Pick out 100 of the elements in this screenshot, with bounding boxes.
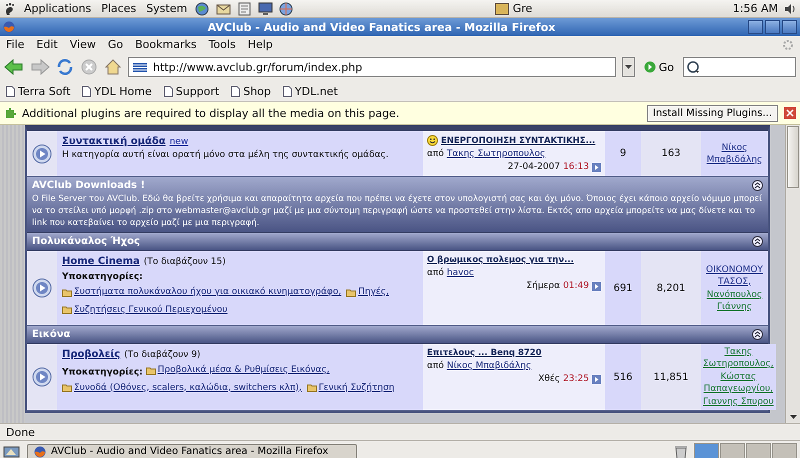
panel-menu[interactable]: System <box>144 2 190 15</box>
menu-item[interactable]: View <box>70 38 96 51</box>
desktop-icon[interactable] <box>3 444 21 458</box>
moderator-link[interactable]: Νανόπουλος Γιάννης <box>703 288 766 312</box>
play-icon <box>644 61 656 73</box>
post-link[interactable]: ΕΝΕΡΓΟΠΟΙΗΣΗ ΣΥΝΤΑΚΤΙΚΗΣ... <box>441 136 596 146</box>
install-plugins-button[interactable]: Install Missing Plugins... <box>646 104 778 122</box>
close-icon[interactable] <box>784 107 796 119</box>
by-label: από <box>427 268 444 278</box>
subforum-link[interactable]: Προβολικά μέσα & Ρυθμίσεις Εικόνας, <box>158 363 330 378</box>
moderator-link[interactable]: Γιαννης Σπυρου <box>703 396 774 408</box>
arrow-icon[interactable] <box>592 162 601 172</box>
speaker-icon[interactable] <box>784 2 796 14</box>
subforum-link[interactable]: Συζητήσεις Γενικού Περιεχομένου <box>74 302 228 318</box>
dropdown-button[interactable] <box>622 57 635 77</box>
category-title[interactable]: Εικόνα <box>32 329 70 340</box>
subforum-link[interactable]: Πηγές, <box>358 285 389 300</box>
category-description: Ο File Server του AVClub. Εδώ θα βρείτε χρήσιμα και απαραίτητα αρχεία που πρέπει να έχετε στον υπολογιστή σας και όχι μόνο. Όποιος έχει κάποιο αρχείο νόμιμο μπορεί να το στείλει υπό μορφή .zip στο webmaster@avclub.gr μαζί με μια σύντομη περιγραφή ώστε να προστεθεί στην λίστα. Εκτός απο αρχεία μπορείτε να μας δίνετε και το link που κατεβαίνει το αρχείο μαζί με μια περιγραφή. <box>32 193 763 229</box>
author-link[interactable]: Τακης Σωτηροπουλος <box>446 149 546 159</box>
forum-link[interactable]: Προβολείς <box>62 349 120 360</box>
minimize-button[interactable] <box>748 20 763 34</box>
bookmark[interactable]: Shop <box>231 84 271 98</box>
readers-count: (Το διαβάζουν 9) <box>124 350 200 360</box>
firefox-icon <box>3 21 15 33</box>
subforum-link[interactable]: Γενική Συζήτηση <box>318 380 395 396</box>
post-date: 27-04-2007 <box>508 162 560 172</box>
foot-icon[interactable] <box>4 2 16 16</box>
panel-menu[interactable]: Applications <box>22 2 94 15</box>
down-arrow-icon[interactable] <box>790 414 796 418</box>
post-time: 23:25 <box>563 374 589 384</box>
globe-icon[interactable] <box>195 2 210 16</box>
search-icon <box>687 60 701 74</box>
home-icon[interactable] <box>104 58 122 76</box>
menu-item[interactable]: Help <box>248 38 273 51</box>
maximize-button[interactable] <box>765 20 780 34</box>
scrollbar[interactable] <box>785 125 800 423</box>
collapse-icon[interactable] <box>752 329 763 340</box>
moderator-link[interactable]: Κώστας Παπαγεωργίου, <box>703 371 774 395</box>
back-arrow-icon[interactable] <box>4 58 24 76</box>
panel-menu[interactable]: Places <box>99 2 138 15</box>
moderator-link[interactable]: Τακης Σωτηροπουλος, <box>703 346 774 370</box>
search-field[interactable] <box>683 57 796 77</box>
arrow-icon[interactable] <box>592 374 601 384</box>
subforum-link[interactable]: Συστήματα πολυκάναλου ήχου για οικιακό κινηματογράφο, <box>74 285 342 300</box>
bookmark[interactable]: YDL Home <box>82 84 152 98</box>
posts-count: 8,201 <box>656 282 686 294</box>
document-icon[interactable] <box>237 2 252 16</box>
subforums-label: Υποκατηγορίες: <box>62 272 143 282</box>
topics-count: 516 <box>613 372 633 382</box>
mail-icon[interactable] <box>216 2 232 16</box>
collapse-icon[interactable] <box>752 236 763 247</box>
play-icon <box>32 278 52 298</box>
moderator-link[interactable]: ΟΙΚΟΝΟΜΟΥ ΤΑΣΟΣ, <box>703 264 766 288</box>
monitor-icon[interactable] <box>258 2 274 16</box>
forum-link[interactable]: Home Cinema <box>62 256 140 267</box>
page-icon <box>6 86 15 96</box>
taskbar-button[interactable]: AVClub - Audio and Video Fanatics area - Mozilla Firefox <box>27 444 357 458</box>
clock[interactable]: 1:56 AM <box>732 2 778 15</box>
window-button[interactable]: Gre <box>488 2 538 15</box>
subforum-link[interactable]: Συνοδά (Οθόνες, scalers, καλώδια, switchers κλπ), <box>74 380 302 396</box>
caret-icon <box>624 65 632 69</box>
menu-item[interactable]: Bookmarks <box>135 38 197 51</box>
menu-item[interactable]: Go <box>108 38 124 51</box>
collapse-icon[interactable] <box>752 180 763 191</box>
subforums-label: Υποκατηγορίες: <box>62 368 143 378</box>
author-link[interactable]: Νίκος Μπαβιδάλης <box>446 361 532 371</box>
category-title[interactable]: Πολυκάναλος Ήχος <box>32 236 140 247</box>
scrollbar-thumb[interactable] <box>787 126 799 188</box>
arrow-icon[interactable] <box>592 282 601 290</box>
folder-icon <box>62 384 72 392</box>
new-link[interactable]: new <box>170 137 188 147</box>
menu-item[interactable]: File <box>6 38 24 51</box>
bookmark[interactable]: Support <box>164 84 220 98</box>
globe-icon[interactable] <box>279 2 294 16</box>
readers-count: (Το διαβάζουν 15) <box>144 257 226 267</box>
go-button[interactable]: Go <box>640 60 677 74</box>
topics-count: 9 <box>620 148 626 159</box>
post-link[interactable]: Ο βρωμικος πολεμος για την... <box>427 255 574 265</box>
author-link[interactable]: havoc <box>446 268 474 278</box>
status-text: Done <box>6 426 35 438</box>
bookmark[interactable]: Terra Soft <box>6 84 70 98</box>
address-field[interactable]: http://www.avclub.gr/forum/index.php <box>128 57 616 77</box>
post-time: 01:49 <box>563 281 589 291</box>
close-button[interactable] <box>782 20 797 34</box>
window-title: AVClub - Audio and Video Fanatics area - Mozilla Firefox <box>206 20 556 34</box>
forward-arrow-icon[interactable] <box>30 58 50 76</box>
page-icon <box>82 86 92 96</box>
post-date: Χθές <box>538 374 560 384</box>
by-label: από <box>427 361 444 371</box>
forum-link[interactable]: Συντακτική ομάδα <box>62 136 166 147</box>
posts-count: 11,851 <box>654 372 688 382</box>
post-link[interactable]: Επιτελους ... Benq 8720 <box>427 348 542 358</box>
menu-item[interactable]: Edit <box>36 38 58 51</box>
plugin-message: Additional plugins are required to display all the media on this page. <box>22 106 400 120</box>
forum-description: Η κατηγορία αυτή είναι ορατή μόνο στα μέλη της συντακτικής ομάδας. <box>62 150 390 160</box>
reload-icon[interactable] <box>56 58 74 76</box>
menu-item[interactable]: Tools <box>208 38 236 51</box>
stop-icon[interactable] <box>80 58 98 76</box>
bookmark[interactable]: YDL.net <box>282 84 338 98</box>
trash-icon[interactable] <box>674 444 688 458</box>
